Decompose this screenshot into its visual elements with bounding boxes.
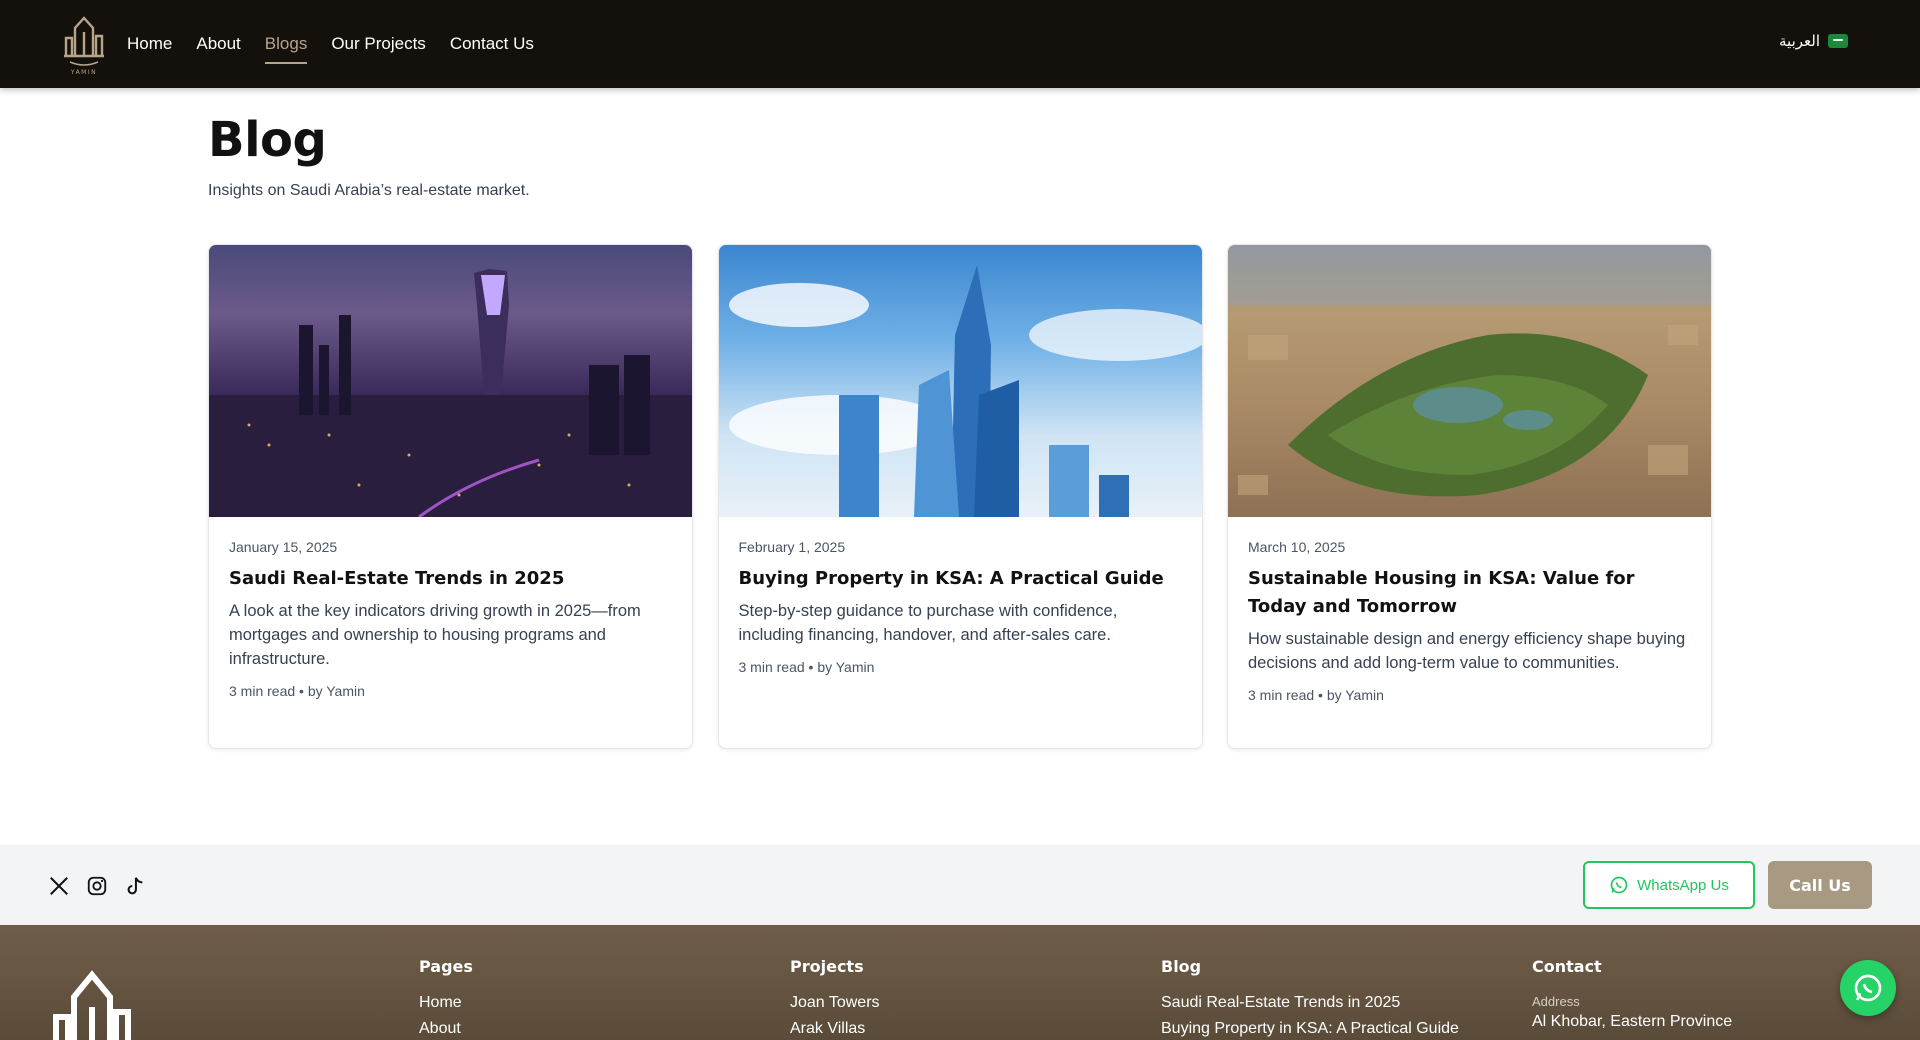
post-title[interactable]: Saudi Real-Estate Trends in 2025 [229, 565, 672, 593]
call-us-button[interactable]: Call Us [1768, 861, 1872, 909]
footer-heading-blog: Blog [1161, 957, 1202, 976]
blog-card[interactable]: January 15, 2025 Saudi Real-Estate Trend… [208, 244, 693, 749]
nav-about[interactable]: About [196, 34, 240, 54]
saudi-flag-icon [1828, 34, 1848, 48]
language-label: العربية [1779, 32, 1820, 50]
footer-address-label: Address [1532, 994, 1580, 1009]
footer-link-arak-villas[interactable]: Arak Villas [790, 1020, 880, 1038]
footer-link-home[interactable]: Home [419, 994, 473, 1012]
main-nav: Home About Blogs Our Projects Contact Us [127, 0, 558, 88]
aerial-park-image [1228, 245, 1711, 497]
post-excerpt: A look at the key indicators driving gro… [229, 602, 641, 668]
page-title: Blog [208, 112, 327, 168]
post-excerpt: How sustainable design and energy effici… [1248, 630, 1686, 672]
blog-card-image[interactable] [1228, 245, 1711, 517]
post-title[interactable]: Buying Property in KSA: A Practical Guid… [739, 565, 1182, 593]
social-links [48, 875, 162, 897]
post-excerpt: Step-by-step guidance to purchase with c… [738, 602, 1118, 644]
nav-our-projects[interactable]: Our Projects [331, 34, 425, 54]
footer-link-about[interactable]: About [419, 1020, 473, 1038]
whatsapp-floating-button[interactable] [1840, 960, 1896, 1016]
whatsapp-us-button[interactable]: WhatsApp Us [1583, 861, 1755, 909]
post-meta: 3 min read • by Yamin [738, 659, 875, 675]
post-date: February 1, 2025 [738, 539, 846, 555]
blog-card-image[interactable] [718, 245, 1202, 517]
footer-projects-column: Projects Joan Towers Arak Villas [790, 957, 880, 1040]
contact-strip: WhatsApp Us Call Us [0, 845, 1920, 925]
footer-logo[interactable] [48, 957, 136, 1040]
whatsapp-icon [1854, 974, 1882, 1002]
language-switch[interactable]: العربية [1779, 32, 1848, 50]
whatsapp-icon [1610, 876, 1628, 894]
footer-contact-column: Contact Address Al Khobar, Eastern Provi… [1532, 957, 1732, 1039]
instagram-icon[interactable] [86, 875, 108, 897]
footer-address: Al Khobar, Eastern Province [1532, 1013, 1733, 1030]
blog-card-image[interactable] [209, 245, 692, 517]
post-date: January 15, 2025 [229, 539, 338, 555]
yamin-logo[interactable]: YAMIN [62, 12, 106, 76]
whatsapp-us-label: WhatsApp Us [1637, 876, 1729, 894]
page-subtitle: Insights on Saudi Arabia’s real-estate m… [208, 182, 530, 199]
kafd-towers-image [728, 265, 1202, 517]
blog-card[interactable]: February 1, 2025 Buying Property in KSA:… [717, 244, 1203, 749]
post-title[interactable]: Sustainable Housing in KSA: Value for To… [1248, 565, 1691, 621]
post-meta: 3 min read • by Yamin [229, 683, 365, 699]
x-icon[interactable] [48, 875, 70, 897]
footer-heading-contact: Contact [1532, 957, 1602, 976]
blog-card[interactable]: March 10, 2025 Sustainable Housing in KS… [1227, 244, 1712, 749]
footer-heading-projects: Projects [790, 957, 864, 976]
post-meta: 3 min read • by Yamin [1248, 687, 1384, 703]
tiktok-icon[interactable] [124, 875, 146, 897]
blog-card-list: January 15, 2025 Saudi Real-Estate Trend… [208, 244, 1712, 749]
top-navbar: YAMIN Home About Blogs Our Projects Cont… [0, 0, 1920, 88]
footer-pages-column: Pages Home About [419, 957, 473, 1040]
nav-home[interactable]: Home [127, 34, 172, 54]
nav-contact-us[interactable]: Contact Us [450, 34, 534, 54]
nav-blogs[interactable]: Blogs [264, 34, 307, 64]
site-footer: Pages Home About Projects Joan Towers Ar… [0, 925, 1920, 1040]
riyadh-night-skyline-image [209, 269, 692, 517]
post-date: March 10, 2025 [1248, 539, 1346, 555]
footer-link-joan-towers[interactable]: Joan Towers [790, 994, 880, 1012]
logo-text: YAMIN [70, 69, 97, 76]
footer-link-blog-1[interactable]: Saudi Real-Estate Trends in 2025 [1161, 994, 1459, 1012]
footer-blog-column: Blog Saudi Real-Estate Trends in 2025 Bu… [1161, 957, 1459, 1040]
footer-link-blog-2[interactable]: Buying Property in KSA: A Practical Guid… [1161, 1020, 1459, 1038]
footer-heading-pages: Pages [419, 957, 473, 976]
